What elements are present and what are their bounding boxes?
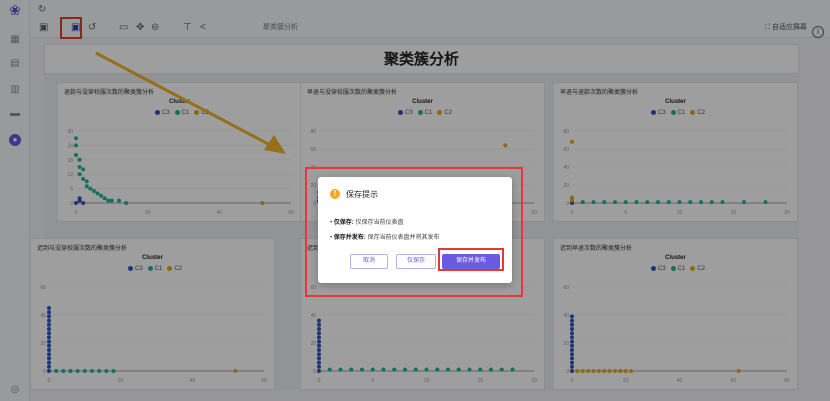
save-only-button[interactable]: 仅保存 — [396, 254, 436, 269]
dialog-title: 保存提示 — [346, 190, 378, 199]
dialog-line-save-publish: • 保存并发布: 保存当前仪表盘并将其发布 — [330, 235, 440, 241]
save-only-desc: 仅保存当前仪表盘 — [355, 220, 404, 226]
dialog-line-save-only: • 仅保存: 仅保存当前仪表盘 — [330, 220, 404, 226]
save-only-term: 仅保存: — [333, 220, 354, 226]
save-publish-term: 保存并发布: — [333, 235, 366, 241]
save-publish-desc: 保存当前仪表盘并将其发布 — [367, 235, 440, 241]
cancel-button[interactable]: 取消 — [350, 254, 388, 269]
warning-icon: ! — [330, 189, 340, 199]
publish-button-highlight — [438, 248, 504, 271]
